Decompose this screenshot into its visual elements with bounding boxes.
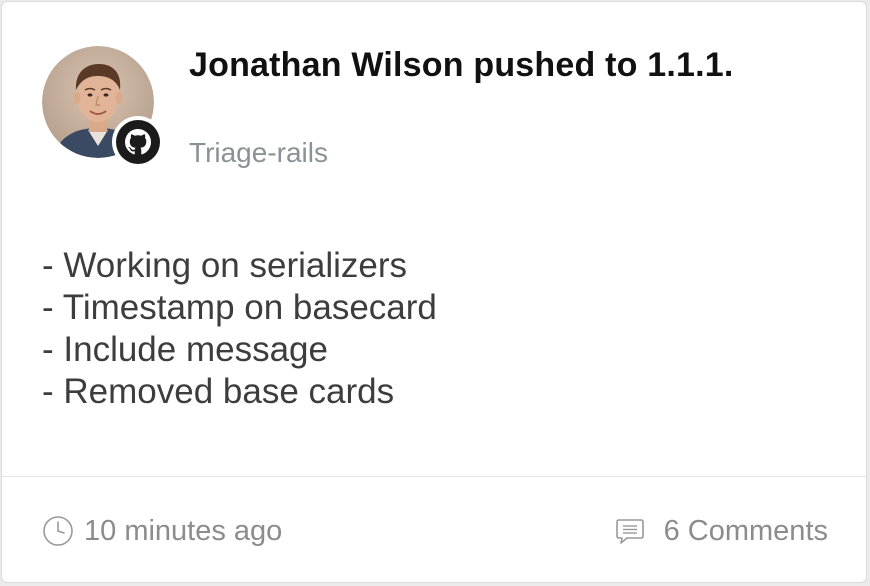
github-badge (112, 116, 164, 168)
comment-icon (615, 519, 644, 544)
timestamp: 10 minutes ago (42, 512, 282, 550)
avatar-container (42, 46, 164, 168)
card-title: Jonathan Wilson pushed to 1.1.1. (189, 46, 734, 84)
commit-item: - Removed base cards (42, 372, 395, 411)
repo-name[interactable]: Triage-rails (189, 135, 328, 171)
commit-list: - Working on serializers - Timestamp on … (42, 245, 437, 413)
timestamp-text: 10 minutes ago (84, 514, 283, 547)
comments-link[interactable]: 6 Comments (614, 512, 828, 550)
commit-item: - Working on serializers (42, 246, 408, 285)
clock-icon (43, 516, 73, 546)
github-icon (116, 120, 160, 164)
footer-divider (2, 476, 866, 477)
commit-item: - Include message (42, 330, 328, 369)
activity-card: Jonathan Wilson pushed to 1.1.1. Triage-… (1, 1, 867, 583)
comments-count: 6 Comments (663, 514, 828, 547)
commit-item: - Timestamp on basecard (42, 288, 437, 327)
